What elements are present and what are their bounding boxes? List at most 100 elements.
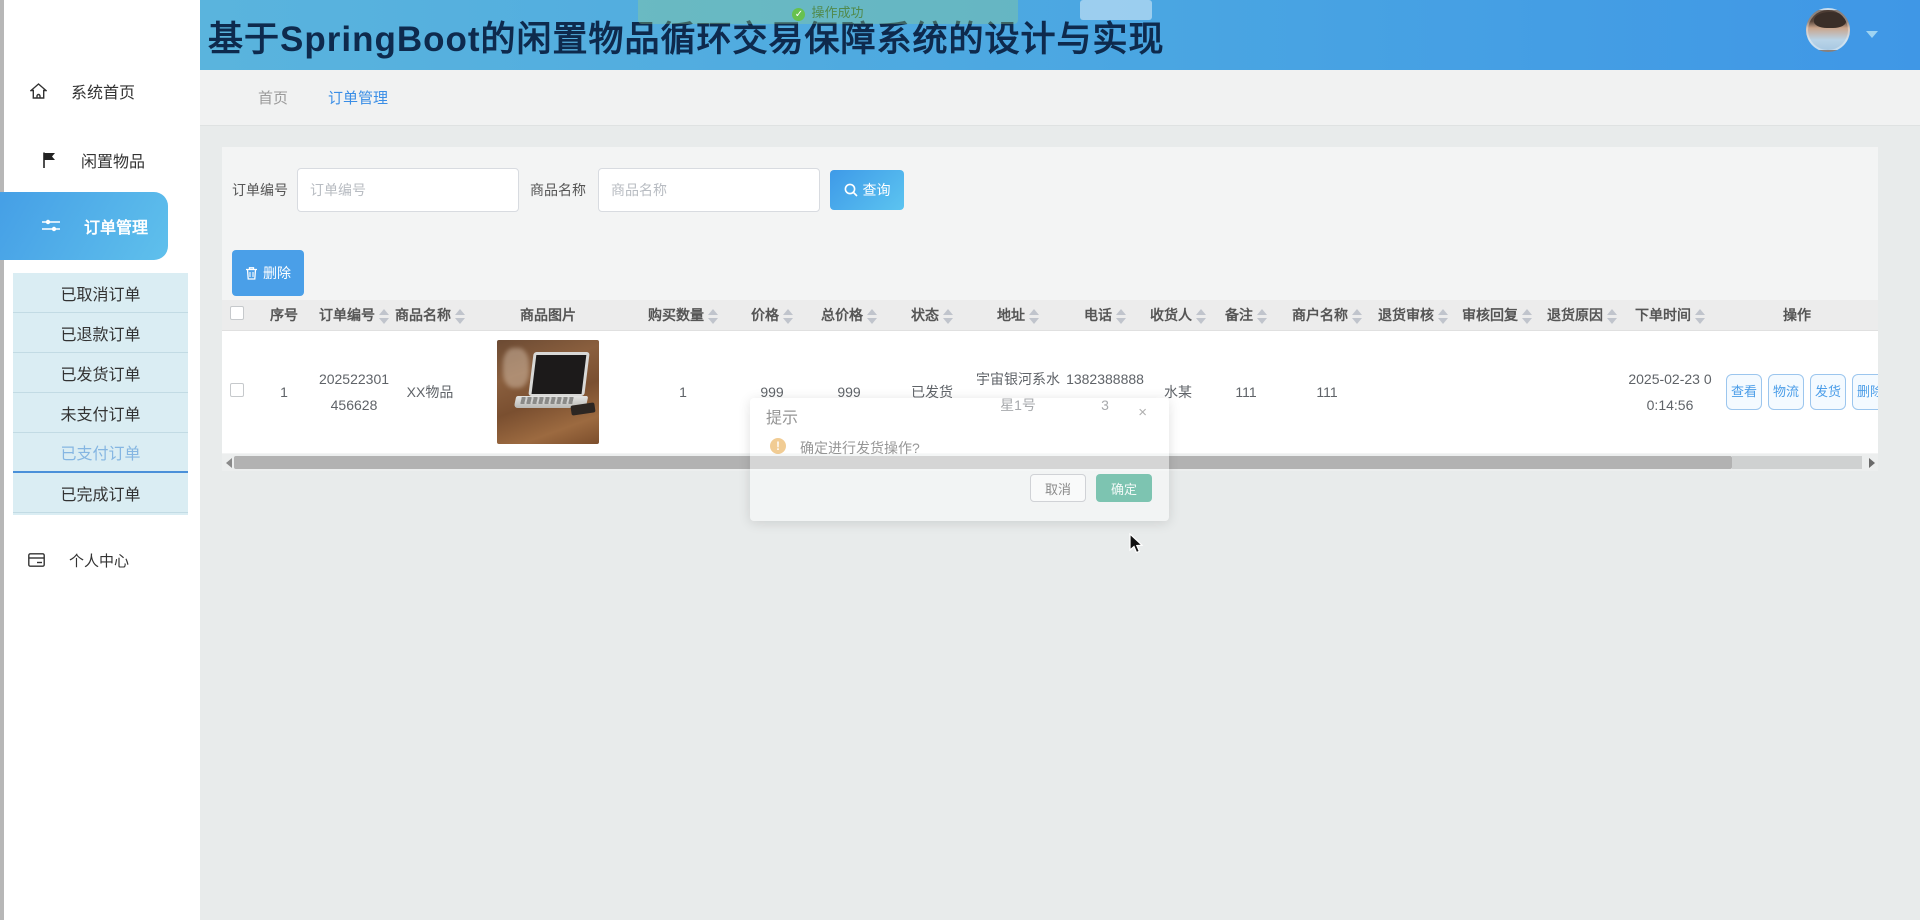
dialog-message: 确定进行发货操作? — [800, 438, 920, 458]
flag-icon — [42, 152, 69, 168]
main-content: 订单编号 商品名称 查询 删除 序号 订单编 — [200, 126, 1920, 920]
tab-home[interactable]: 首页 — [258, 87, 288, 108]
product-name-label: 商品名称 — [530, 168, 586, 212]
sort-icon[interactable] — [708, 309, 718, 324]
product-image[interactable] — [497, 340, 599, 444]
sort-icon[interactable] — [1695, 309, 1705, 324]
sidebar-item-label: 系统首页 — [71, 79, 135, 103]
col-actions: 操作 — [1716, 300, 1878, 330]
sort-icon[interactable] — [1522, 309, 1532, 324]
col-price[interactable]: 价格 — [738, 300, 806, 330]
col-return-reason[interactable]: 退货原因 — [1540, 300, 1624, 330]
order-no-input[interactable] — [297, 168, 519, 212]
col-return-audit[interactable]: 退货审核 — [1372, 300, 1454, 330]
cell-product-name: XX物品 — [392, 330, 468, 453]
fading-toast-ghost — [1080, 0, 1152, 20]
sort-icon[interactable] — [1257, 309, 1267, 324]
col-product-image: 商品图片 — [468, 300, 628, 330]
submenu-item-refunded-orders[interactable]: 已退款订单 — [13, 313, 188, 353]
sort-icon[interactable] — [1196, 309, 1206, 324]
sort-icon[interactable] — [379, 309, 389, 324]
col-receiver[interactable]: 收货人 — [1146, 300, 1210, 330]
close-icon[interactable]: × — [1138, 404, 1147, 421]
sidebar-item-idle-goods[interactable]: 闲置物品 — [0, 143, 200, 177]
search-icon — [844, 183, 858, 197]
cell-actions: 查看 物流 发货 删除 — [1716, 330, 1878, 453]
chevron-down-icon[interactable] — [1866, 31, 1878, 38]
order-no-label: 订单编号 — [232, 168, 288, 212]
submenu-item-cancelled-orders[interactable]: 已取消订单 — [13, 273, 188, 313]
query-button[interactable]: 查询 — [830, 170, 904, 210]
sidebar-item-home[interactable]: 系统首页 — [0, 74, 200, 108]
cell-order-no: 202522301456628 — [316, 330, 392, 453]
window-edge — [0, 0, 4, 920]
col-audit-reply[interactable]: 审核回复 — [1454, 300, 1540, 330]
id-card-icon — [28, 553, 57, 567]
toast-text: 操作成功 — [811, 2, 863, 21]
sort-icon[interactable] — [783, 309, 793, 324]
delete-button[interactable]: 删除 — [232, 250, 304, 296]
submenu-item-paid-orders[interactable]: 已支付订单 — [13, 433, 188, 473]
confirm-button[interactable]: 确定 — [1096, 474, 1152, 502]
col-total-price[interactable]: 总价格 — [806, 300, 892, 330]
sort-icon[interactable] — [943, 309, 953, 324]
cell-product-image — [468, 330, 628, 453]
sidebar-item-label: 订单管理 — [84, 214, 148, 238]
select-all-checkbox[interactable] — [230, 306, 244, 320]
cell-audit-reply — [1454, 330, 1540, 453]
sort-icon[interactable] — [1352, 309, 1362, 324]
sidebar-item-label: 个人中心 — [69, 550, 129, 571]
avatar[interactable] — [1806, 8, 1850, 52]
sidebar-item-profile[interactable]: 个人中心 — [0, 543, 200, 577]
scrollbar-track[interactable] — [1732, 456, 1862, 469]
cell-index: 1 — [252, 330, 316, 453]
submenu-item-unpaid-orders[interactable]: 未支付订单 — [13, 393, 188, 433]
cell-merchant: 111 — [1282, 330, 1372, 453]
sort-icon[interactable] — [867, 309, 877, 324]
col-quantity[interactable]: 购买数量 — [628, 300, 738, 330]
ship-button[interactable]: 发货 — [1810, 374, 1846, 410]
view-button[interactable]: 查看 — [1726, 374, 1762, 410]
sort-icon[interactable] — [1438, 309, 1448, 324]
col-index[interactable]: 序号 — [252, 300, 316, 330]
submenu-item-completed-orders[interactable]: 已完成订单 — [13, 473, 188, 513]
breadcrumb-tabbar: 首页 订单管理 — [200, 70, 1920, 126]
tab-order-management[interactable]: 订单管理 — [328, 87, 388, 108]
product-name-input[interactable] — [598, 168, 820, 212]
col-order-no[interactable]: 订单编号 — [316, 300, 392, 330]
delete-row-button[interactable]: 删除 — [1852, 374, 1878, 410]
cell-return-reason — [1540, 330, 1624, 453]
col-order-time[interactable]: 下单时间 — [1624, 300, 1716, 330]
cell-return-audit — [1372, 330, 1454, 453]
sidebar-item-order-management[interactable]: 订单管理 — [0, 192, 168, 260]
sliders-icon — [42, 218, 72, 234]
col-address[interactable]: 地址 — [972, 300, 1064, 330]
table-header-row: 序号 订单编号 商品名称 商品图片 购买数量 价格 总价格 状态 地址 电话 收… — [222, 300, 1878, 330]
trash-icon — [245, 266, 258, 280]
col-status[interactable]: 状态 — [892, 300, 972, 330]
sidebar: 系统首页 闲置物品 订单管理 已取消订单 已退款订单 已发货订单 未支付订单 已… — [0, 0, 200, 920]
col-product-name[interactable]: 商品名称 — [392, 300, 468, 330]
scroll-right-arrow-icon[interactable] — [1869, 458, 1875, 468]
sort-icon[interactable] — [1029, 309, 1039, 324]
col-merchant[interactable]: 商户名称 — [1282, 300, 1372, 330]
submenu-item-shipped-orders[interactable]: 已发货订单 — [13, 353, 188, 393]
query-button-label: 查询 — [863, 180, 891, 200]
cell-quantity: 1 — [628, 330, 738, 453]
logistics-button[interactable]: 物流 — [1768, 374, 1804, 410]
success-toast: ✓ 操作成功 — [638, 0, 1018, 24]
sort-icon[interactable] — [455, 309, 465, 324]
check-circle-icon: ✓ — [792, 8, 805, 21]
cell-remark: 111 — [1210, 330, 1282, 453]
cell-order-time: 2025-02-23 00:14:56 — [1624, 330, 1716, 453]
warning-icon: ! — [770, 438, 786, 454]
dialog-title: 提示 — [766, 404, 798, 428]
sort-icon[interactable] — [1116, 309, 1126, 324]
scroll-left-arrow-icon[interactable] — [226, 458, 232, 468]
col-phone[interactable]: 电话 — [1064, 300, 1146, 330]
col-remark[interactable]: 备注 — [1210, 300, 1282, 330]
row-checkbox[interactable] — [230, 383, 244, 397]
sort-icon[interactable] — [1607, 309, 1617, 324]
cancel-button[interactable]: 取消 — [1030, 474, 1086, 502]
home-icon — [30, 83, 59, 99]
